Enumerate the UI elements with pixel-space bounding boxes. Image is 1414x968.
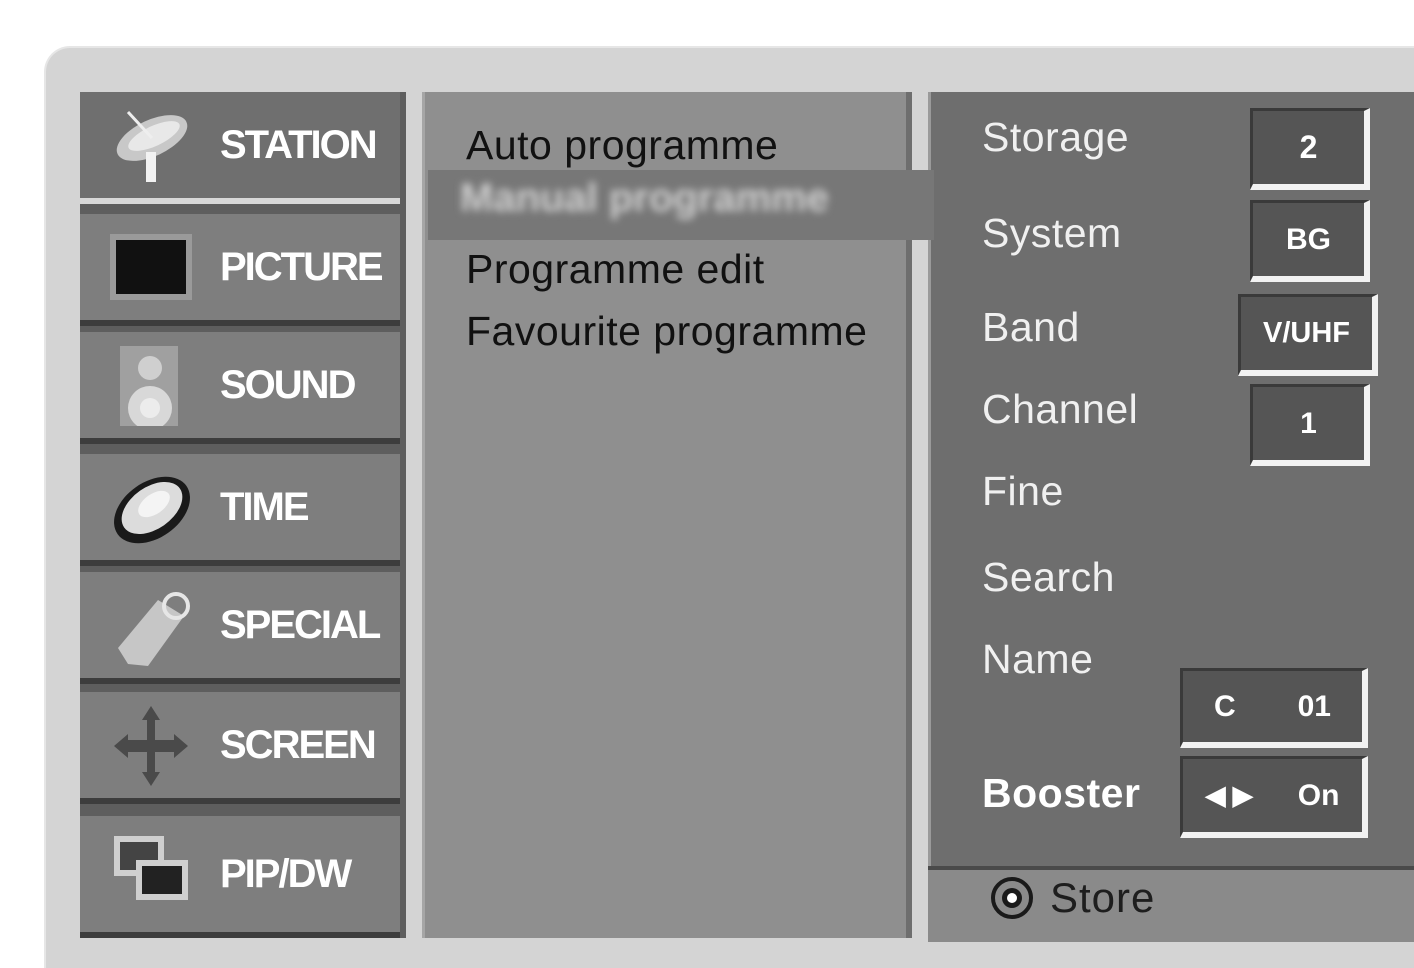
- pip-windows-icon: [114, 836, 188, 900]
- tab-screen[interactable]: SCREEN: [80, 692, 400, 804]
- booster-value: On: [1297, 778, 1340, 812]
- tab-label: SCREEN: [220, 722, 377, 767]
- tab-picture[interactable]: PICTURE: [80, 214, 400, 326]
- storage-label: Storage: [982, 114, 1130, 160]
- channel-value-box[interactable]: 1: [1250, 384, 1370, 466]
- system-label: System: [982, 210, 1122, 256]
- band-value-box[interactable]: V/UHF: [1238, 294, 1378, 376]
- satellite-dish-icon: [116, 110, 188, 182]
- storage-value: 2: [1299, 129, 1318, 165]
- menu-item-favourite-programme[interactable]: Favourite programme: [466, 308, 867, 355]
- band-label: Band: [982, 304, 1080, 350]
- speaker-icon: [120, 346, 178, 426]
- tab-sound[interactable]: SOUND: [80, 332, 400, 444]
- tab-label: PICTURE: [220, 244, 384, 289]
- move-arrows-icon: [114, 706, 188, 786]
- tab-label: SOUND: [220, 362, 356, 407]
- name-value-box[interactable]: C 01: [1180, 668, 1368, 748]
- name-value-number: 01: [1297, 689, 1331, 723]
- tab-station[interactable]: STATION: [80, 92, 400, 204]
- channel-value: 1: [1300, 406, 1317, 440]
- booster-label: Booster: [982, 770, 1141, 816]
- tab-label: SPECIAL: [220, 602, 381, 647]
- menu-item-highlighted-label: Manual programme: [460, 176, 829, 220]
- tab-special[interactable]: SPECIAL: [80, 572, 400, 684]
- tag-icon: [118, 592, 190, 666]
- tab-label: STATION: [220, 122, 378, 167]
- band-value: V/UHF: [1263, 317, 1350, 349]
- channel-label: Channel: [982, 386, 1139, 432]
- tab-pip-dw[interactable]: PIP/DW: [80, 816, 400, 938]
- store-button[interactable]: Store: [1050, 874, 1155, 922]
- tab-time[interactable]: TIME: [80, 454, 400, 566]
- tab-label: PIP/DW: [220, 851, 352, 896]
- ok-circle-icon: [991, 877, 1033, 919]
- booster-value-box[interactable]: ◀ ▶ On: [1180, 756, 1368, 838]
- name-value-prefix: C: [1213, 689, 1236, 723]
- tv-screen-icon: [110, 234, 192, 300]
- search-label[interactable]: Search: [982, 554, 1115, 601]
- tab-label: TIME: [220, 484, 310, 529]
- clock-icon: [114, 476, 190, 544]
- name-label: Name: [982, 636, 1094, 682]
- menu-item-programme-edit[interactable]: Programme edit: [466, 246, 765, 293]
- storage-value-box[interactable]: 2: [1250, 108, 1370, 190]
- system-value: BG: [1286, 222, 1331, 256]
- fine-label[interactable]: Fine: [982, 468, 1064, 515]
- menu-item-auto-programme[interactable]: Auto programme: [466, 122, 778, 169]
- left-right-arrows-icon: ◀ ▶: [1205, 780, 1253, 810]
- system-value-box[interactable]: BG: [1250, 200, 1370, 282]
